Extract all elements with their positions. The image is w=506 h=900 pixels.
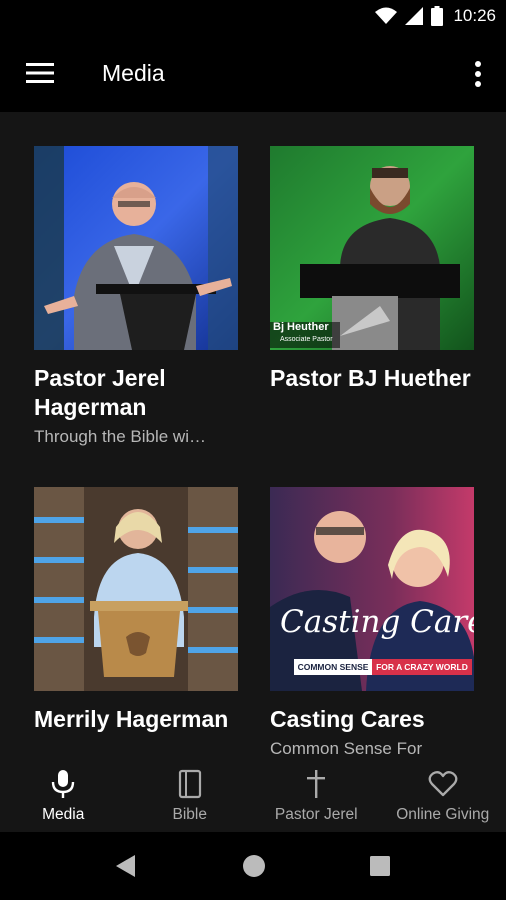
media-card-bj[interactable]: Bj Heuther Associate Pastor Pastor BJ Hu… [270, 146, 474, 393]
back-icon[interactable] [115, 854, 137, 878]
home-icon[interactable] [242, 854, 266, 878]
artwork-tag-right: FOR A CRAZY WORLD [376, 662, 468, 672]
nav-label: Bible [172, 806, 207, 823]
thumbnail-caption-role: Associate Pastor [280, 336, 333, 343]
recent-apps-icon[interactable] [370, 856, 390, 876]
nav-item-online-giving[interactable]: Online Giving [380, 762, 506, 832]
media-card-merrily[interactable]: Merrily Hagerman [34, 487, 238, 734]
nav-label: Online Giving [396, 806, 490, 823]
media-thumbnail [34, 146, 238, 350]
nav-item-media[interactable]: Media [0, 762, 127, 832]
cross-icon [307, 770, 326, 798]
battery-icon [431, 6, 444, 26]
card-title: Casting Cares [270, 706, 425, 732]
nav-item-bible[interactable]: Bible [127, 762, 254, 832]
card-title: Pastor BJ Huether [270, 365, 471, 391]
status-time: 10:26 [453, 6, 496, 25]
media-card-casting-cares[interactable]: Casting Cares COMMON SENSE FOR A CRAZY W… [270, 487, 474, 760]
media-card-jerel[interactable]: Pastor Jerel Hagerman Through the Bible … [34, 146, 238, 448]
status-bar: 10:26 [0, 0, 506, 36]
media-thumbnail [34, 487, 238, 691]
nav-item-pastor-jerel[interactable]: Pastor Jerel [253, 762, 380, 832]
media-thumbnail: Bj Heuther Associate Pastor [270, 146, 474, 350]
card-subtitle: Through the Bible wi… [34, 427, 206, 446]
media-grid: Pastor Jerel Hagerman Through the Bible … [0, 112, 506, 762]
media-thumbnail: Casting Cares COMMON SENSE FOR A CRAZY W… [270, 487, 474, 691]
book-icon [178, 769, 201, 799]
page-title: Media [102, 60, 165, 86]
nav-label: Pastor Jerel [274, 806, 358, 823]
card-title: Merrily Hagerman [34, 706, 229, 732]
artwork-tag-left: COMMON SENSE [297, 662, 369, 672]
more-options-icon[interactable] [474, 60, 482, 88]
status-icons: 10:26 [375, 6, 496, 26]
system-navigation-bar [0, 832, 506, 900]
nav-label: Media [42, 806, 85, 823]
artwork-title: Casting Cares [280, 604, 474, 640]
signal-icon [405, 7, 424, 25]
card-subtitle: Common Sense For [270, 739, 423, 758]
card-title: Pastor Jerel Hagerman [34, 365, 166, 420]
app-bar: Media [0, 36, 506, 112]
microphone-icon [52, 770, 75, 798]
bottom-navigation: Media Bible Pastor Jerel Online Giving [0, 762, 506, 832]
hamburger-menu-icon[interactable] [26, 62, 54, 84]
thumbnail-caption-name: Bj Heuther [273, 321, 329, 333]
wifi-icon [375, 7, 398, 24]
heart-icon [428, 771, 458, 797]
